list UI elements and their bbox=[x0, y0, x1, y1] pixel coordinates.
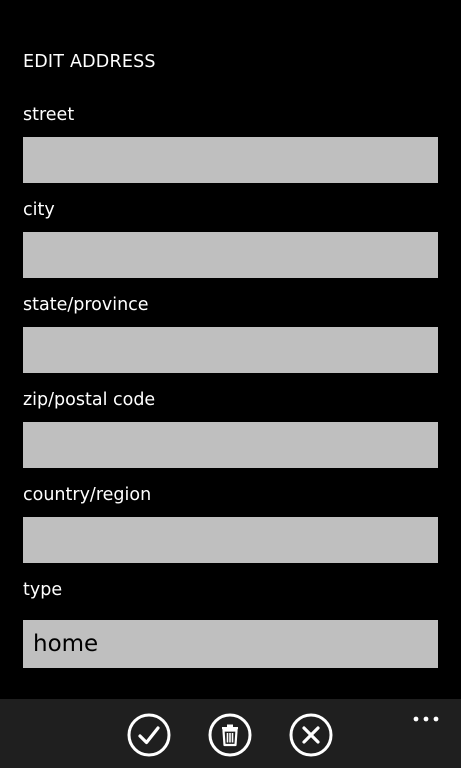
country-region-label: country/region bbox=[23, 485, 152, 505]
country-region-input[interactable] bbox=[23, 517, 438, 563]
more-button[interactable] bbox=[413, 708, 439, 722]
type-select-value: home bbox=[33, 631, 99, 657]
cancel-button[interactable] bbox=[289, 713, 333, 757]
delete-button[interactable] bbox=[208, 713, 252, 757]
close-icon bbox=[289, 713, 333, 757]
state-province-input[interactable] bbox=[23, 327, 438, 373]
type-select[interactable]: home bbox=[23, 620, 438, 668]
page-title: EDIT ADDRESS bbox=[23, 52, 156, 72]
city-input[interactable] bbox=[23, 232, 438, 278]
check-icon bbox=[127, 713, 171, 757]
save-button[interactable] bbox=[127, 713, 171, 757]
app-bar bbox=[0, 699, 461, 768]
street-label: street bbox=[23, 105, 75, 125]
trash-icon bbox=[208, 713, 252, 757]
zip-postal-code-label: zip/postal code bbox=[23, 390, 156, 410]
type-label: type bbox=[23, 580, 63, 600]
ellipsis-icon bbox=[413, 716, 439, 722]
street-input[interactable] bbox=[23, 137, 438, 183]
city-label: city bbox=[23, 200, 55, 220]
state-province-label: state/province bbox=[23, 295, 149, 315]
zip-postal-code-input[interactable] bbox=[23, 422, 438, 468]
